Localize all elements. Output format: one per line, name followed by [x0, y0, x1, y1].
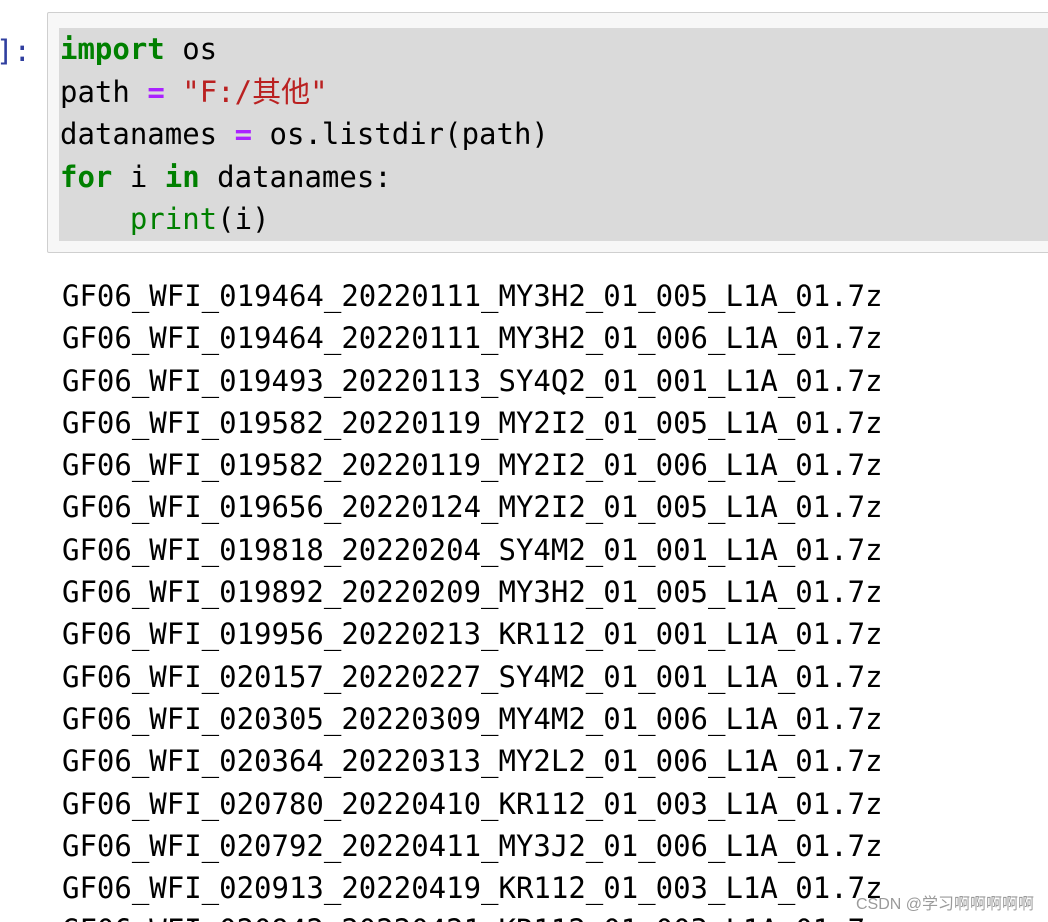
watermark: CSDN @学习啊啊啊啊啊	[855, 896, 1034, 913]
builtin-function: print	[129, 202, 218, 236]
output-line: GF06_WFI_020364_20220313_MY2L2_01_006_L1…	[62, 744, 883, 779]
output-line: GF06_WFI_020780_20220410_KR112_01_003_L1…	[62, 786, 883, 821]
code-line-2: path = "F:/其他"	[60, 71, 328, 113]
string-literal: "F:/其他"	[182, 75, 328, 109]
operator: =	[234, 117, 253, 151]
output-line: GF06_WFI_020792_20220411_MY3J2_01_006_L1…	[62, 828, 883, 863]
keyword: in	[164, 160, 200, 194]
output-line: GF06_WFI_019582_20220119_MY2I2_01_005_L1…	[62, 405, 883, 440]
cell-output: GF06_WFI_019464_20220111_MY3H2_01_005_L1…	[62, 275, 1048, 922]
operator: =	[147, 75, 165, 109]
code-line-1: import os	[60, 28, 217, 70]
code-cell[interactable]: import os path = "F:/其他" datanames = os.…	[47, 12, 1048, 253]
code-text: os.listdir(path)	[252, 117, 549, 151]
output-line: GF06_WFI_020157_20220227_SY4M2_01_001_L1…	[62, 659, 883, 694]
code-text: (i)	[217, 202, 270, 236]
code-line-4: for i in datanames:	[60, 156, 392, 198]
code-text: os	[164, 32, 218, 66]
keyword: import	[60, 32, 165, 66]
code-text: datanames:	[199, 160, 392, 194]
code-text: datanames	[60, 117, 235, 151]
code-line-3: datanames = os.listdir(path)	[60, 113, 549, 155]
code-text: i	[112, 160, 165, 194]
output-line: GF06_WFI_019956_20220213_KR112_01_001_L1…	[62, 617, 883, 652]
output-line: GF06_WFI_019582_20220119_MY2I2_01_006_L1…	[62, 448, 883, 483]
code-text: path	[60, 75, 148, 109]
output-line: GF06_WFI_020305_20220309_MY4M2_01_006_L1…	[62, 701, 883, 736]
output-line: GF06_WFI_019818_20220204_SY4M2_01_001_L1…	[62, 532, 883, 567]
keyword: for	[60, 160, 113, 194]
code-editor[interactable]: import os path = "F:/其他" datanames = os.…	[59, 28, 1048, 241]
output-line: GF06_WFI_019464_20220111_MY3H2_01_006_L1…	[62, 321, 883, 356]
output-line: GF06_WFI_019493_20220113_SY4Q2_01_001_L1…	[62, 363, 883, 398]
code-line-5: print(i)	[60, 198, 270, 240]
input-prompt: ]:	[0, 34, 31, 68]
output-line: GF06_WFI_019892_20220209_MY3H2_01_005_L1…	[62, 575, 883, 610]
output-line: GF06_WFI_019464_20220111_MY3H2_01_005_L1…	[62, 279, 883, 313]
output-line: GF06_WFI_019656_20220124_MY2I2_01_005_L1…	[62, 490, 883, 525]
